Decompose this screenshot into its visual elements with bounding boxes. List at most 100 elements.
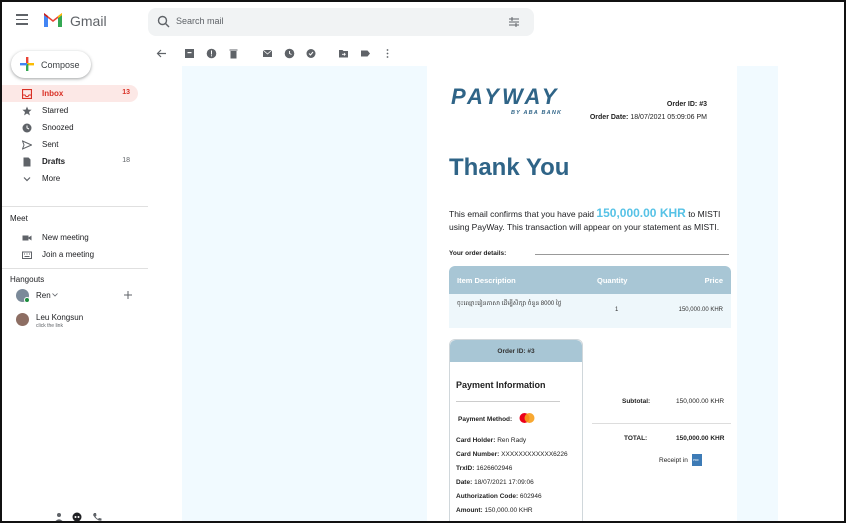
auth-code-value: 602946 [519,493,542,500]
summary-divider [592,423,731,424]
contact-status: click the link [36,323,63,329]
meet-new-meeting[interactable]: New meeting [2,229,138,246]
order-table-header: Item Description Quantity Price [449,266,731,294]
nav-item-sent[interactable]: Sent [2,136,138,153]
clock-icon [22,123,32,133]
card-number-label: Card Number: [456,451,500,458]
trx-date-label: Date: [456,479,473,486]
nav-label: Drafts [42,157,66,166]
message-body: PAYWAY BY ABA BANK Order ID: #3 Order Da… [182,66,778,521]
row-quantity: 1 [615,307,619,313]
draft-icon [23,157,31,167]
nav-item-drafts[interactable]: Drafts 18 [2,153,138,170]
search-input[interactable]: Search mail [176,16,224,26]
star-icon [22,106,32,116]
main-menu-icon[interactable] [16,14,28,25]
card-number-value: XXXXXXXXXXXX6226 [501,451,568,458]
keyboard-icon [22,251,32,259]
payway-logo-text: PAYWAY [451,84,559,109]
table-row: ចុះឈ្មោះរៀនភាសា ដើម្បីសិក្សា ចំនួន 8000 … [449,294,731,328]
app-name: Gmail [70,13,107,29]
snooze-icon[interactable] [284,48,295,59]
label-icon[interactable] [360,48,371,59]
chevron-down-icon[interactable] [52,293,58,297]
archive-icon[interactable] [184,48,195,59]
card-holder: Card Holder: Ren Rady [456,437,526,444]
gmail-window: Gmail Search mail Compose Inbox 13 Starr… [0,0,846,523]
person-icon[interactable] [54,512,64,522]
nav-label: Inbox [42,89,64,98]
add-contact-icon[interactable] [124,291,132,299]
nav-item-inbox[interactable]: Inbox 13 [2,85,138,102]
subtotal-label: Subtotal: [622,398,651,405]
meet-join-meeting[interactable]: Join a meeting [2,246,138,263]
chat-bubble-icon[interactable] [72,512,82,522]
message-toolbar [148,42,844,66]
meet-item-label: New meeting [42,233,89,242]
search-bar[interactable]: Search mail [148,8,534,36]
card-number: Card Number: XXXXXXXXXXXX6226 [456,451,568,458]
receipt-label: Receipt in [659,457,688,464]
report-spam-icon[interactable] [206,48,217,59]
hangouts-user-name: Ren [36,291,51,300]
phone-icon[interactable] [92,512,102,522]
payway-logo: PAYWAY BY ABA BANK [451,84,561,116]
contact-avatar [16,313,29,326]
amount-value: 150,000.00 KHR [484,507,533,514]
col-quantity: Quantity [597,276,628,285]
payment-method-label: Payment Method: [458,416,513,423]
payment-card-header: Order ID: #3 [450,340,582,362]
order-details-label: Your order details: [449,250,507,257]
sidebar-divider [2,268,148,269]
nav-count: 13 [122,89,130,96]
row-price: 150,000.00 KHR [678,307,723,313]
nav-label: Sent [42,140,59,149]
nav-item-starred[interactable]: Starred [2,102,138,119]
confirm-amount: 150,000.00 KHR [596,206,686,220]
move-to-icon[interactable] [338,48,349,59]
compose-label: Compose [41,60,80,70]
chevron-down-icon [23,177,31,182]
search-options-icon[interactable] [508,16,520,28]
mark-unread-icon[interactable] [262,48,273,59]
payment-info-title: Payment Information [456,380,546,390]
email-paper: PAYWAY BY ABA BANK Order ID: #3 Order Da… [427,66,737,521]
col-item-description: Item Description [457,276,516,285]
mastercard-icon [519,413,535,423]
payment-card: Order ID: #3 Payment Information Payment… [449,339,583,521]
trx-date: Date: 18/07/2021 17:09:06 [456,479,534,486]
nav-label: Snoozed [42,123,74,132]
order-details-divider [535,254,729,255]
delete-icon[interactable] [228,48,239,59]
compose-button[interactable]: Compose [11,51,91,78]
search-icon[interactable] [157,15,170,28]
order-date: Order Date: 18/07/2021 05:09:06 PM [590,114,707,121]
order-date-value: 18/07/2021 05:09:06 PM [630,114,707,121]
nav-item-snoozed[interactable]: Snoozed [2,119,138,136]
back-arrow-icon[interactable] [156,48,167,59]
amount: Amount: 150,000.00 KHR [456,507,533,514]
nav-item-more[interactable]: More [2,170,138,187]
total-label: TOTAL: [624,435,648,442]
hangouts-contact[interactable]: Leu Kongsun click the link [16,313,146,329]
row-item: ចុះឈ្មោះរៀនភាសា ដើម្បីសិក្សា ចំនួន 8000 … [457,301,562,307]
order-date-label: Order Date: [589,114,629,121]
nav-label: More [42,174,61,183]
meet-title: Meet [10,214,28,223]
compose-plus-icon [20,57,34,71]
hangouts-bottom-bar [2,512,148,522]
pdf-download-icon[interactable]: PDF [692,454,702,466]
gmail-logo-icon[interactable] [42,11,64,29]
add-task-icon[interactable] [306,48,317,59]
pdf-label: PDF [693,458,699,462]
trx-id-value: 1626602946 [476,465,513,472]
inbox-icon [22,89,32,99]
more-vert-icon[interactable] [382,48,393,59]
auth-code-label: Authorization Code: [456,493,519,500]
confirm-pre: This email confirms that you have paid [449,209,595,219]
online-status-icon [24,297,30,303]
nav-count: 18 [122,157,130,164]
nav-label: Starred [42,106,69,115]
order-id: Order ID: #3 [666,101,707,108]
trx-id: TrxID: 1626602946 [456,465,512,472]
